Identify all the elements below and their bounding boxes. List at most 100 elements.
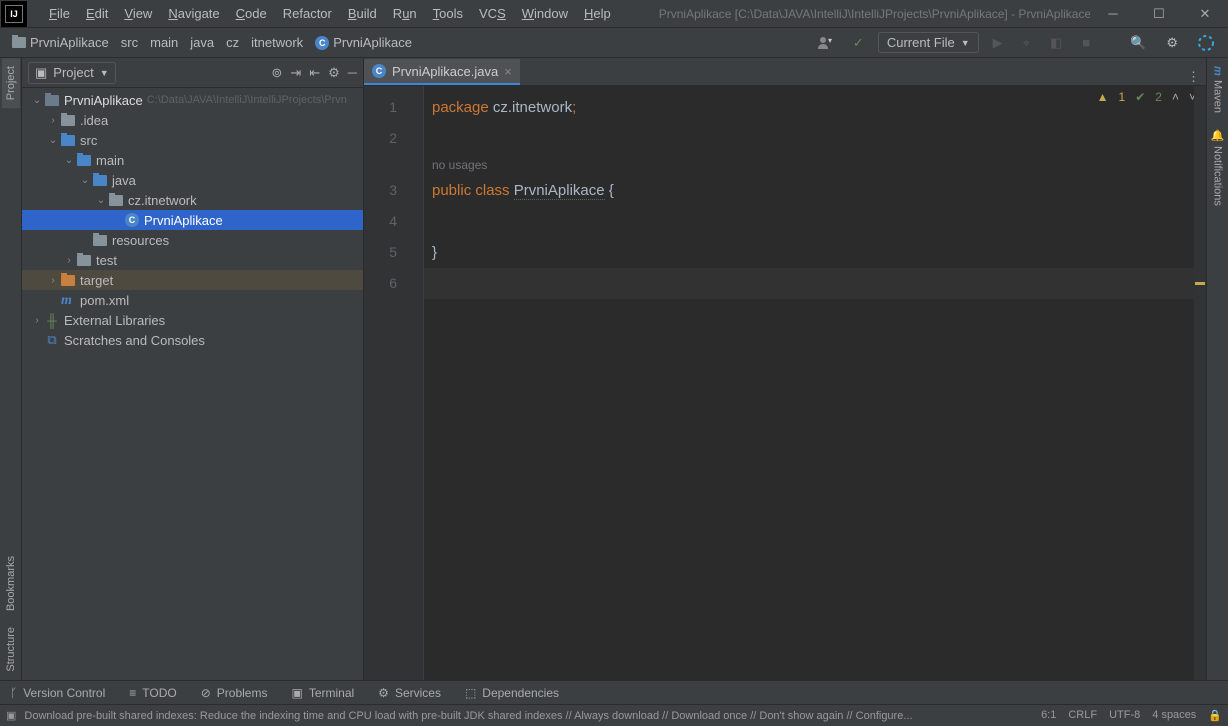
tree-row[interactable]: ⌄main: [22, 150, 363, 170]
debug-button[interactable]: ⌖: [1017, 32, 1036, 54]
code-line[interactable]: }: [424, 237, 1206, 268]
breadcrumb-item[interactable]: itnetwork: [247, 33, 307, 52]
stop-button[interactable]: ■: [1076, 32, 1096, 53]
search-everywhere-icon[interactable]: 🔍: [1124, 32, 1152, 54]
collapse-all-icon[interactable]: ⇤: [309, 65, 320, 81]
breadcrumb-item[interactable]: PrvniAplikace: [8, 33, 113, 52]
inspection-widget[interactable]: ▲1 ✔2 ˄ ˅: [1097, 90, 1196, 104]
code-line[interactable]: [424, 206, 1206, 237]
tree-row[interactable]: ⧉Scratches and Consoles: [22, 330, 363, 350]
warning-icon: ▲: [1097, 90, 1109, 104]
tool-tab-notifications[interactable]: 🔔Notifications: [1208, 121, 1227, 214]
indent-setting[interactable]: 4 spaces: [1152, 709, 1196, 722]
status-message[interactable]: Download pre-built shared indexes: Reduc…: [24, 710, 1041, 722]
editor-area: C PrvniAplikace.java × ⋮ 12 3456 package …: [364, 58, 1206, 680]
build-check-icon[interactable]: ✓: [847, 32, 870, 54]
breadcrumb-item[interactable]: CPrvniAplikace: [311, 33, 416, 52]
tool-tab-bookmarks[interactable]: Bookmarks: [2, 548, 20, 619]
editor-tab[interactable]: C PrvniAplikace.java ×: [364, 59, 520, 85]
menu-navigate[interactable]: Navigate: [160, 2, 227, 25]
add-user-icon[interactable]: ▾: [811, 32, 839, 54]
menu-vcs[interactable]: VCS: [471, 2, 514, 25]
bottom-vcs[interactable]: ᚴVersion Control: [10, 686, 105, 700]
code-line[interactable]: package cz.itnetwork;: [424, 92, 1206, 123]
project-view-label: Project: [53, 65, 93, 80]
quick-access-icon[interactable]: ▣: [6, 709, 16, 722]
line-separator[interactable]: CRLF: [1068, 709, 1097, 722]
code-line[interactable]: [424, 268, 1206, 299]
gutter-line[interactable]: 3: [364, 175, 423, 206]
window-close[interactable]: ✕: [1182, 0, 1228, 28]
tool-tab-maven[interactable]: mMaven: [1209, 58, 1227, 121]
breadcrumb-item[interactable]: cz: [222, 33, 243, 52]
run-button[interactable]: ▶: [987, 32, 1009, 54]
hide-panel-icon[interactable]: ─: [348, 65, 357, 81]
gutter-line[interactable]: 2: [364, 123, 423, 154]
breadcrumb-item[interactable]: main: [146, 33, 182, 52]
tree-row[interactable]: ›test: [22, 250, 363, 270]
coverage-button[interactable]: ◧: [1044, 32, 1068, 54]
menu-build[interactable]: Build: [340, 2, 385, 25]
code-line[interactable]: public class PrvniAplikace {: [424, 175, 1206, 206]
tree-row[interactable]: ⌄cz.itnetwork: [22, 190, 363, 210]
menu-window[interactable]: Window: [514, 2, 576, 25]
bottom-terminal[interactable]: ▣Terminal: [291, 686, 354, 700]
gutter-line[interactable]: 1: [364, 92, 423, 123]
vcs-icon: ᚴ: [10, 686, 17, 700]
menu-run[interactable]: Run: [385, 2, 425, 25]
menu-help[interactable]: Help: [576, 2, 619, 25]
prev-highlight-icon[interactable]: ˄: [1172, 90, 1179, 104]
gutter-line[interactable]: 4: [364, 206, 423, 237]
code-line[interactable]: [424, 123, 1206, 154]
run-config-selector[interactable]: Current File ▼: [878, 32, 979, 53]
services-icon: ⚙: [378, 686, 389, 700]
bottom-todo[interactable]: ≡TODO: [129, 686, 176, 700]
project-view-selector[interactable]: ▣ Project ▼: [28, 62, 116, 84]
settings-icon[interactable]: ⚙: [1160, 32, 1184, 54]
project-tree[interactable]: ⌄PrvniAplikaceC:\Data\JAVA\IntelliJ\Inte…: [22, 88, 363, 680]
window-title: PrvniAplikace [C:\Data\JAVA\IntelliJ\Int…: [659, 7, 1090, 21]
menu-edit[interactable]: Edit: [78, 2, 116, 25]
tree-row[interactable]: ›╫External Libraries: [22, 310, 363, 330]
tool-tab-project[interactable]: Project: [2, 58, 20, 108]
menu-code[interactable]: Code: [228, 2, 275, 25]
close-tab-icon[interactable]: ×: [504, 64, 512, 79]
menu-view[interactable]: View: [116, 2, 160, 25]
breadcrumb-item[interactable]: src: [117, 33, 142, 52]
bottom-services[interactable]: ⚙Services: [378, 686, 441, 700]
editor-gutter[interactable]: 12 3456: [364, 86, 424, 680]
tree-row[interactable]: mpom.xml: [22, 290, 363, 310]
breadcrumb-item[interactable]: java: [186, 33, 218, 52]
jetbrains-icon[interactable]: [1192, 32, 1220, 54]
tree-row[interactable]: ⌄src: [22, 130, 363, 150]
marker-strip[interactable]: [1194, 86, 1206, 680]
bottom-deps[interactable]: ⬚Dependencies: [465, 686, 559, 700]
code-line[interactable]: no usages: [424, 154, 1206, 175]
tree-row[interactable]: CPrvniAplikace: [22, 210, 363, 230]
tool-tab-structure[interactable]: Structure: [2, 619, 20, 680]
gutter-line[interactable]: 6: [364, 268, 423, 299]
menu-tools[interactable]: Tools: [425, 2, 471, 25]
gutter-line[interactable]: 5: [364, 237, 423, 268]
code-editor[interactable]: package cz.itnetwork; no usagespublic cla…: [424, 86, 1206, 680]
menu-file[interactable]: File: [41, 2, 78, 25]
tree-row[interactable]: ›.idea: [22, 110, 363, 130]
file-encoding[interactable]: UTF-8: [1109, 709, 1140, 722]
tree-row[interactable]: ⌄java: [22, 170, 363, 190]
window-maximize[interactable]: ☐: [1136, 0, 1182, 28]
folder-icon: [92, 232, 108, 248]
tree-row[interactable]: ⌄PrvniAplikaceC:\Data\JAVA\IntelliJ\Inte…: [22, 90, 363, 110]
deps-icon: ⬚: [465, 686, 476, 700]
bottom-problems[interactable]: ⊘Problems: [201, 686, 268, 700]
window-minimize[interactable]: ─: [1090, 0, 1136, 28]
editor-tabs-more-icon[interactable]: ⋮: [1187, 69, 1200, 85]
panel-settings-icon[interactable]: ⚙: [328, 65, 340, 81]
expand-all-icon[interactable]: ⇥: [290, 65, 301, 81]
lock-icon[interactable]: 🔒: [1208, 709, 1222, 722]
tree-row[interactable]: ›target: [22, 270, 363, 290]
menu-refactor[interactable]: Refactor: [275, 2, 340, 25]
tree-row[interactable]: resources: [22, 230, 363, 250]
caret-position[interactable]: 6:1: [1041, 709, 1056, 722]
select-opened-file-icon[interactable]: ⊚: [271, 65, 282, 81]
gutter-line[interactable]: [364, 154, 423, 175]
